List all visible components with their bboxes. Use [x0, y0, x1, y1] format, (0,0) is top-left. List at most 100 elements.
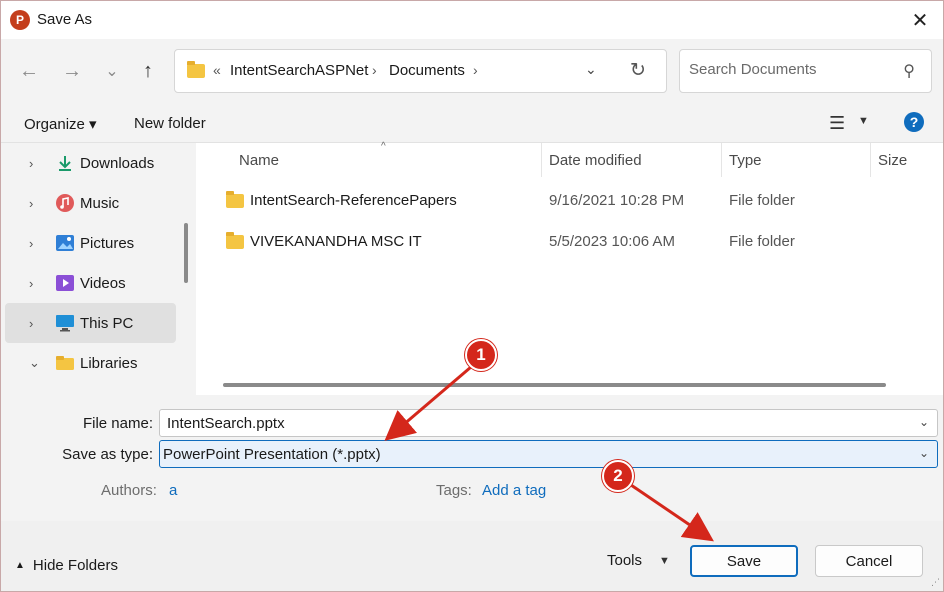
folder-icon [187, 61, 205, 78]
folder-icon [226, 232, 244, 249]
save-as-type-select[interactable]: PowerPoint Presentation (*.pptx) ⌄ [159, 440, 938, 468]
column-divider[interactable] [870, 143, 871, 177]
chevron-right-icon[interactable]: › [29, 276, 33, 291]
refresh-icon[interactable]: ↻ [630, 59, 646, 82]
file-name-field[interactable]: IntentSearch.pptx ⌄ [159, 409, 938, 437]
help-icon[interactable]: ? [904, 112, 924, 132]
chevron-right-icon[interactable]: › [29, 316, 33, 331]
column-header-size[interactable]: Size [878, 152, 907, 169]
navigation-pane: › Downloads › Music › Pictures › Videos … [1, 143, 196, 395]
annotation-marker-2: 2 [602, 460, 634, 492]
chevron-right-icon[interactable]: › [29, 156, 33, 171]
address-dropdown-icon[interactable]: ⌄ [585, 61, 597, 78]
sidebar-item-label: Libraries [80, 354, 138, 372]
breadcrumb-overflow[interactable]: « [213, 62, 221, 78]
column-header-type[interactable]: Type [729, 152, 762, 169]
file-name-label: File name: [82, 415, 153, 432]
tags-label: Tags: [436, 482, 472, 499]
close-button[interactable]: ✕ [897, 1, 943, 39]
file-type: File folder [729, 233, 795, 250]
file-type: File folder [729, 192, 795, 209]
hide-folders-label: Hide Folders [32, 557, 118, 574]
tools-menu[interactable]: Tools [607, 552, 642, 569]
forward-button[interactable]: → [56, 55, 88, 87]
resize-grip-icon[interactable]: ⋰ [931, 577, 940, 588]
table-row[interactable]: IntentSearch-ReferencePapers 9/16/2021 1… [196, 181, 943, 221]
authors-label: Authors: [101, 482, 157, 499]
sidebar-item-label: Pictures [80, 234, 135, 252]
dialog-footer: ▲ Hide Folders Tools ▼ Save Cancel ⋰ [1, 521, 943, 591]
table-row[interactable]: VIVEKANANDHA MSC IT 5/5/2023 10:06 AM Fi… [196, 222, 943, 262]
folder-icon [226, 191, 244, 208]
add-tag-link[interactable]: Add a tag [482, 482, 546, 499]
sidebar-scrollbar[interactable] [184, 223, 188, 283]
sort-ascending-icon: ^ [381, 141, 386, 152]
search-box[interactable]: ⚲ [679, 49, 932, 93]
file-name-value[interactable]: IntentSearch.pptx [167, 415, 285, 432]
sidebar-item-downloads[interactable]: › Downloads [5, 143, 176, 183]
chevron-down-icon[interactable]: ⌄ [919, 446, 929, 460]
file-list: ^ Name Date modified Type Size IntentSea… [196, 141, 943, 395]
dialog-title: Save As [37, 11, 93, 28]
sidebar-item-videos[interactable]: › Videos [5, 263, 176, 303]
save-as-type-label: Save as type: [62, 446, 153, 463]
back-button[interactable]: ← [13, 55, 45, 87]
sidebar-item-libraries[interactable]: ⌄ Libraries [5, 343, 176, 383]
horizontal-scrollbar[interactable] [223, 383, 886, 387]
chevron-up-icon: ▲ [15, 560, 25, 571]
hide-folders-button[interactable]: ▲ Hide Folders [15, 557, 118, 574]
new-folder-button[interactable]: New folder [134, 115, 206, 132]
arrow-right-icon: → [62, 59, 82, 82]
powerpoint-icon: P [10, 10, 33, 30]
tools-dropdown-icon[interactable]: ▼ [659, 555, 670, 567]
breadcrumb-separator[interactable]: › [372, 62, 377, 78]
libraries-icon [55, 353, 75, 373]
breadcrumb-separator[interactable]: › [473, 62, 478, 78]
arrow-up-icon: ↑ [143, 59, 153, 82]
cancel-button[interactable]: Cancel [815, 545, 923, 577]
arrow-left-icon: ← [19, 59, 39, 82]
videos-icon [55, 273, 75, 293]
column-header-date-modified[interactable]: Date modified [549, 152, 642, 169]
file-date: 5/5/2023 10:06 AM [549, 233, 675, 250]
organize-menu[interactable]: Organize ▾ [24, 115, 97, 133]
annotation-marker-1: 1 [465, 339, 497, 371]
chevron-down-icon[interactable]: ⌄ [919, 415, 929, 429]
save-button[interactable]: Save [690, 545, 798, 577]
column-divider[interactable] [541, 143, 542, 177]
chevron-down-icon[interactable]: ⌄ [29, 355, 40, 371]
breadcrumb-item-intentsearchaspnet[interactable]: IntentSearchASPNet [230, 62, 368, 79]
view-options-icon[interactable]: ☰ [829, 113, 845, 134]
music-icon [55, 193, 75, 213]
authors-value[interactable]: a [169, 482, 177, 499]
download-icon [55, 153, 75, 173]
save-as-dialog: P Save As ✕ ← → ⌄ ↑ « IntentSearchASPNet… [0, 0, 944, 592]
sidebar-item-label: Downloads [80, 154, 155, 172]
sidebar-item-music[interactable]: › Music [5, 183, 176, 223]
sidebar-item-pictures[interactable]: › Pictures [5, 223, 176, 263]
file-name: VIVEKANANDHA MSC IT [250, 233, 422, 250]
chevron-right-icon[interactable]: › [29, 236, 33, 251]
chevron-right-icon[interactable]: › [29, 196, 33, 211]
column-header-name[interactable]: Name [239, 152, 279, 169]
navigation-bar: ← → ⌄ ↑ « IntentSearchASPNet › Documents… [1, 39, 943, 101]
view-dropdown-icon[interactable]: ▼ [858, 115, 869, 127]
up-button[interactable]: ↑ [132, 55, 164, 87]
save-as-type-value: PowerPoint Presentation (*.pptx) [163, 446, 381, 463]
command-bar: Organize ▾ New folder ☰ ▼ ? [1, 101, 943, 143]
computer-icon [55, 313, 75, 333]
sidebar-item-label: Videos [80, 274, 126, 292]
title-bar: P Save As ✕ [1, 1, 943, 39]
search-input[interactable] [689, 61, 889, 78]
recent-locations-button[interactable]: ⌄ [96, 55, 128, 87]
search-icon[interactable]: ⚲ [903, 61, 915, 81]
pictures-icon [55, 233, 75, 253]
sidebar-item-this-pc[interactable]: › This PC [5, 303, 176, 343]
sidebar-item-label: Music [80, 194, 120, 212]
breadcrumb-item-documents[interactable]: Documents [389, 62, 465, 79]
file-date: 9/16/2021 10:28 PM [549, 192, 685, 209]
file-name: IntentSearch-ReferencePapers [250, 192, 457, 209]
column-divider[interactable] [721, 143, 722, 177]
address-bar[interactable]: « IntentSearchASPNet › Documents › ⌄ ↻ [174, 49, 667, 93]
save-options-form: File name: IntentSearch.pptx ⌄ Save as t… [1, 395, 943, 521]
